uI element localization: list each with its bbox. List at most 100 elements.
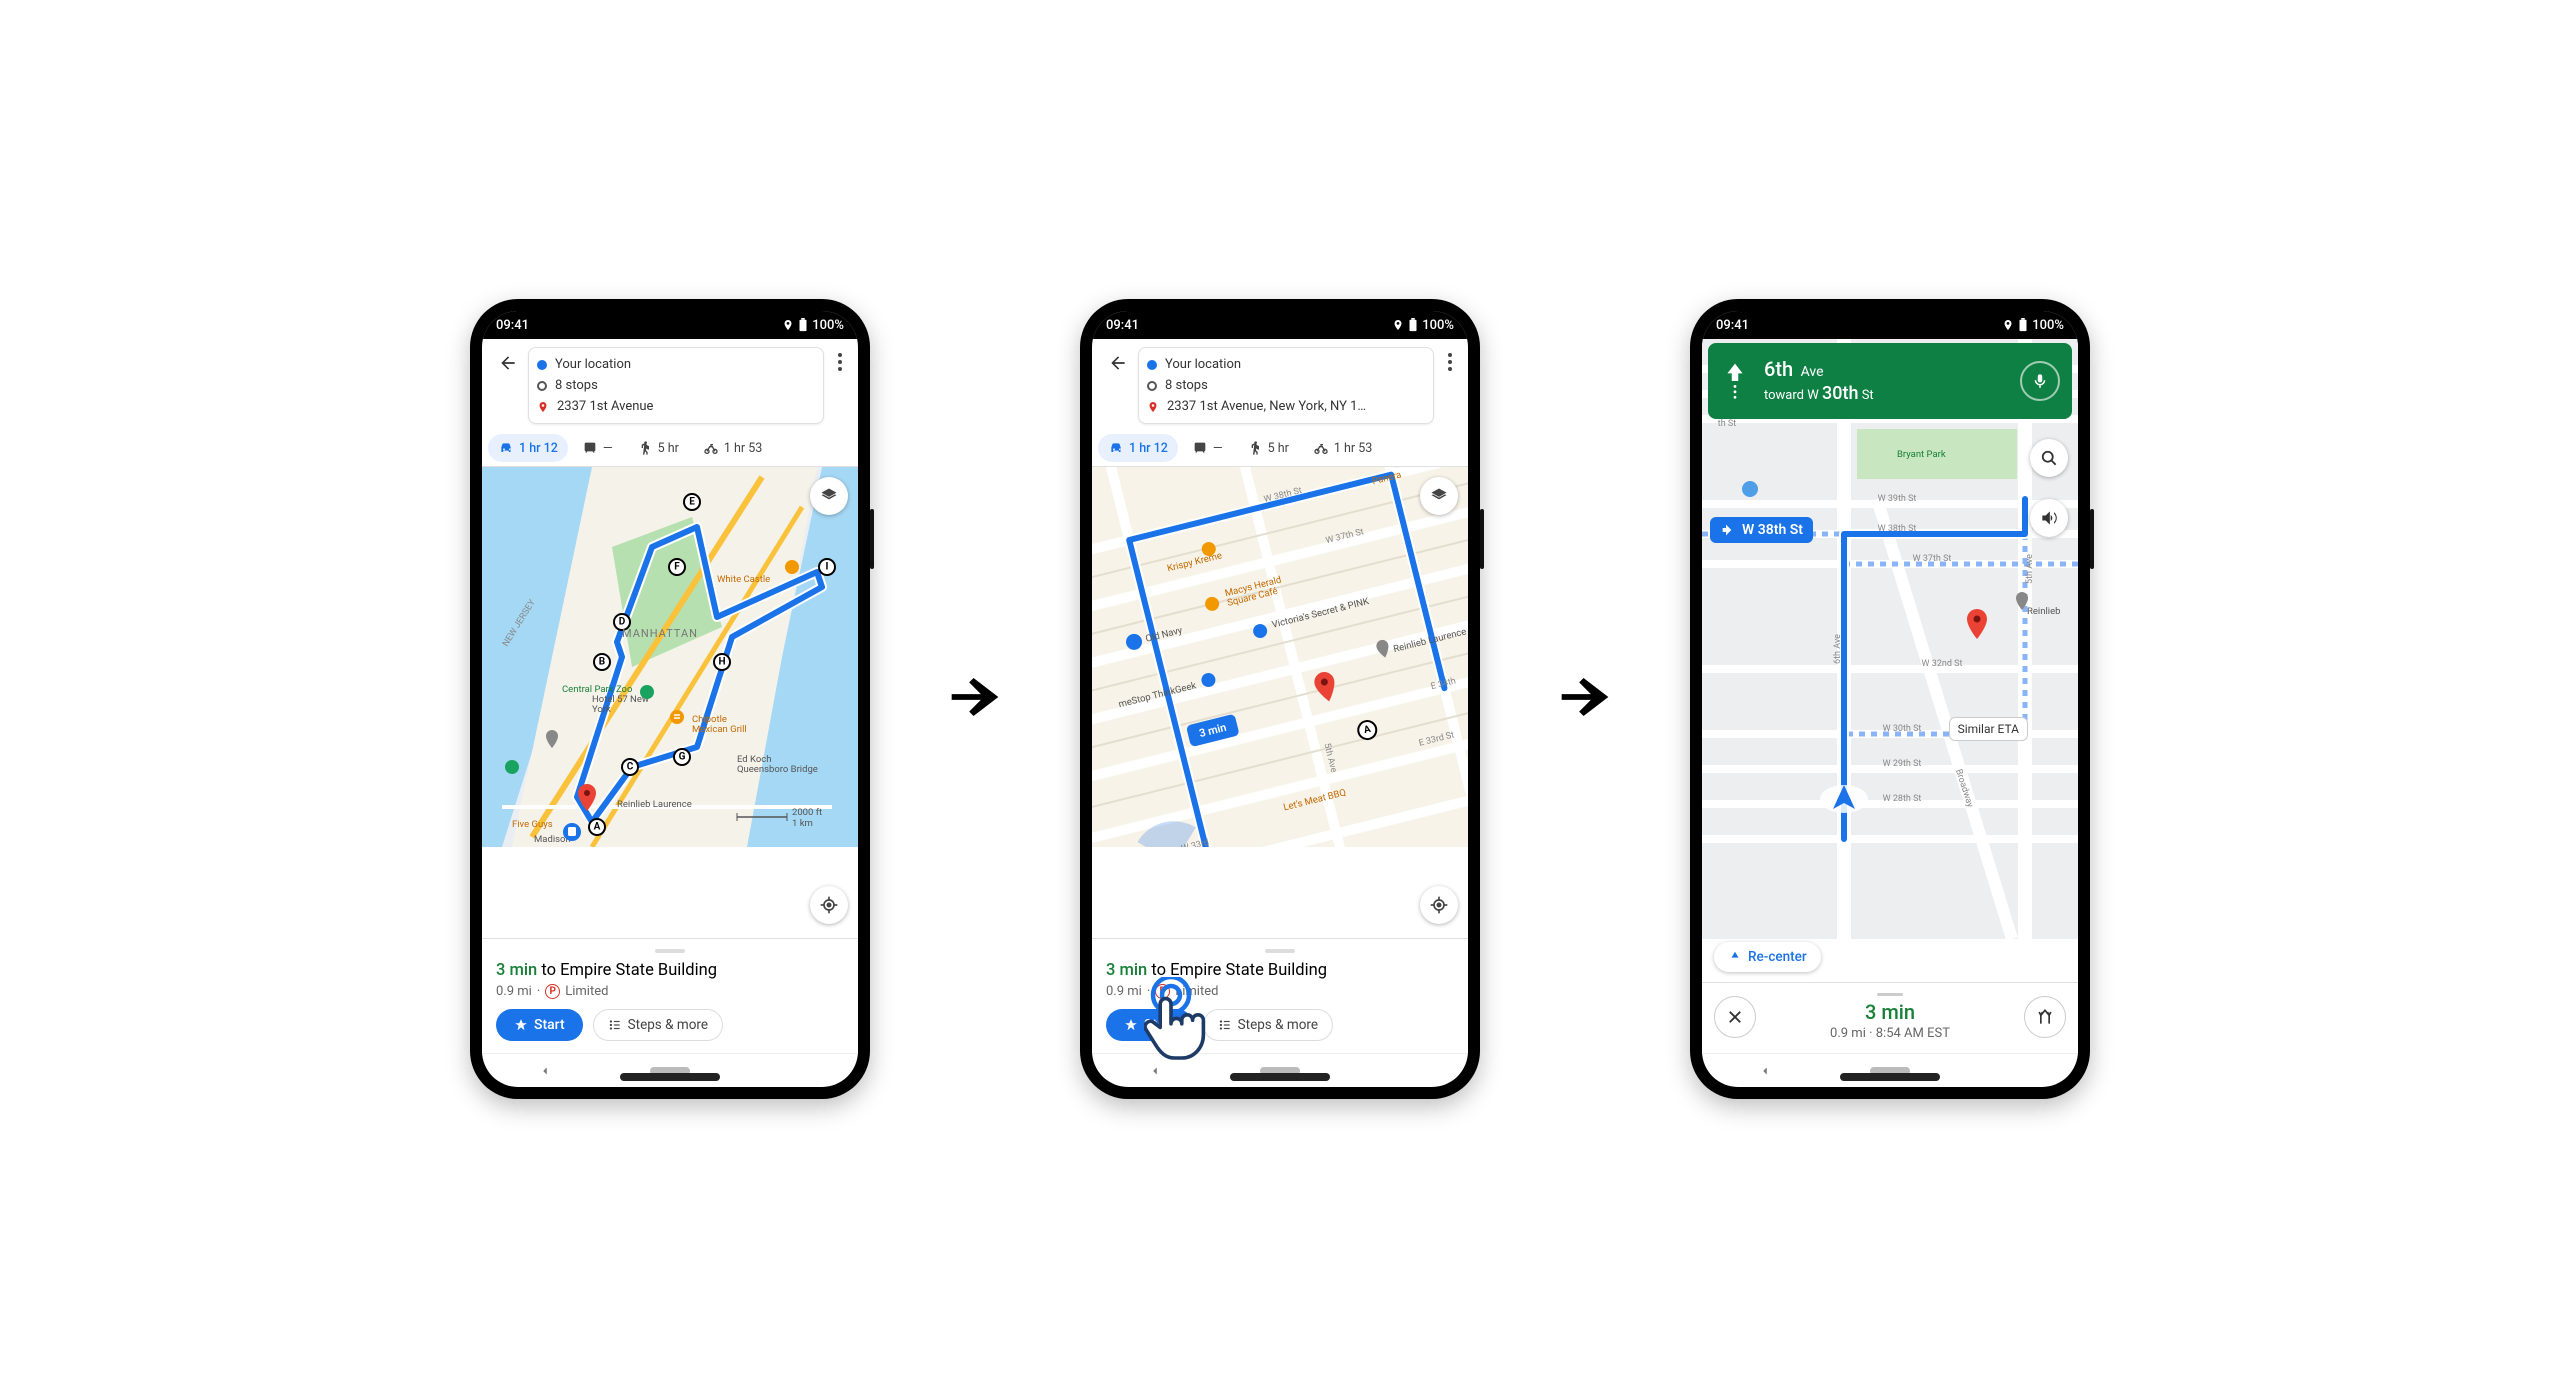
bottom-sheet[interactable]: 3 min to Empire State Building 0.9 mi · …: [482, 938, 858, 1053]
system-nav: [482, 1053, 858, 1087]
layers-button[interactable]: [1420, 477, 1458, 515]
destination-pin-icon: [1147, 400, 1159, 414]
alt-routes-button[interactable]: [2024, 996, 2066, 1038]
phone-3: 09:41 100% Bryant Park: [1690, 299, 2090, 1099]
sys-home[interactable]: [650, 1059, 690, 1083]
phone-1: 09:41 100% Your location 8 stops 2337 1s…: [470, 299, 870, 1099]
svg-text:A: A: [594, 822, 601, 833]
locate-me-button[interactable]: [810, 886, 848, 924]
locate-me-button[interactable]: [1420, 886, 1458, 924]
svg-text:White Castle: White Castle: [717, 574, 770, 585]
destination-label: 2337 1st Avenue: [557, 399, 653, 414]
layers-button[interactable]: [810, 477, 848, 515]
start-button[interactable]: Start: [1106, 1009, 1193, 1041]
steps-button[interactable]: Steps & more: [1203, 1009, 1333, 1041]
svg-text:W 28th St: W 28th St: [1883, 794, 1922, 804]
phone-2: 09:41 100% Your location 8 stops 2337 1s…: [1080, 299, 1480, 1099]
mode-transit-tab[interactable]: —: [1182, 434, 1233, 462]
battery-icon: [1408, 318, 1418, 332]
travel-mode-tabs: 1 hr 12 — 5 hr 1 hr 53: [482, 430, 858, 467]
mode-bike-tab[interactable]: 1 hr 53: [1303, 434, 1382, 462]
nav-bottom-bar[interactable]: 3 min 0.9 mi · 8:54 AM EST: [1702, 982, 2078, 1053]
location-icon: [2002, 319, 2014, 331]
svg-text:6th Ave: 6th Ave: [1833, 634, 1843, 664]
location-icon: [1392, 319, 1404, 331]
sys-back[interactable]: [1745, 1059, 1785, 1083]
origin-label: Your location: [555, 357, 631, 372]
sheet-title: 3 min to Empire State Building: [496, 961, 844, 980]
destination-label: 2337 1st Avenue, New York, NY 1…: [1167, 399, 1366, 414]
mode-transit-tab[interactable]: —: [572, 434, 623, 462]
flow-arrow-2: [1550, 662, 1620, 736]
overflow-menu[interactable]: [1438, 347, 1462, 371]
statusbar: 09:41 100%: [1092, 311, 1468, 339]
svg-text:W 39th St: W 39th St: [1878, 494, 1917, 504]
map-area[interactable]: A B C D E F G H I Chipotle Mexican Grill…: [482, 467, 858, 938]
battery-icon: [798, 318, 808, 332]
start-button[interactable]: Start: [496, 1009, 583, 1041]
destinations-card[interactable]: Your location 8 stops 2337 1st Avenue, N…: [1138, 347, 1434, 424]
mode-car-tab[interactable]: 1 hr 12: [1098, 434, 1178, 462]
system-nav: [1702, 1053, 2078, 1087]
svg-text:Five Guys: Five Guys: [512, 819, 553, 830]
flow-arrow-1: [940, 662, 1010, 736]
audio-button[interactable]: [2030, 499, 2068, 537]
sys-home[interactable]: [1260, 1059, 1300, 1083]
close-nav-button[interactable]: [1714, 996, 1756, 1038]
svg-text:th St: th St: [1718, 419, 1736, 429]
svg-text:Mexican Grill: Mexican Grill: [692, 724, 747, 735]
svg-text:York: York: [592, 704, 611, 715]
svg-text:Queensboro Bridge: Queensboro Bridge: [737, 764, 818, 775]
mode-bike-tab[interactable]: 1 hr 53: [693, 434, 772, 462]
sys-back[interactable]: [1135, 1059, 1175, 1083]
back-button[interactable]: [1102, 347, 1134, 379]
svg-text:W 32nd St: W 32nd St: [1922, 659, 1963, 669]
back-button[interactable]: [492, 347, 524, 379]
svg-text:W 38th St: W 38th St: [1878, 524, 1917, 534]
mode-car-tab[interactable]: 1 hr 12: [488, 434, 568, 462]
svg-text:Central Park Zoo: Central Park Zoo: [562, 684, 632, 695]
svg-text:1 km: 1 km: [792, 818, 813, 829]
steps-button[interactable]: Steps & more: [593, 1009, 723, 1041]
map-area[interactable]: A W 38th St W 37th St E 34th E 33rd St W…: [1092, 467, 1468, 938]
nav-direction-banner: 6th Ave toward W 30th St: [1708, 343, 2072, 419]
svg-text:2000 ft: 2000 ft: [792, 807, 822, 818]
bottom-sheet[interactable]: 3 min to Empire State Building 0.9 mi · …: [1092, 938, 1468, 1053]
sys-back[interactable]: [525, 1059, 565, 1083]
system-nav: [1092, 1053, 1468, 1087]
mode-walk-tab[interactable]: 5 hr: [1237, 434, 1299, 462]
svg-text:B: B: [599, 657, 605, 668]
stops-label: 8 stops: [555, 378, 598, 393]
svg-text:Bryant Park: Bryant Park: [1897, 449, 1946, 460]
mode-walk-tab[interactable]: 5 hr: [627, 434, 689, 462]
alt-route-badge: Similar ETA: [1949, 717, 2028, 741]
travel-mode-tabs: 1 hr 12 — 5 hr 1 hr 53: [1092, 430, 1468, 467]
direction-arrow-icon: [1720, 361, 1750, 401]
svg-text:E: E: [689, 497, 695, 508]
statusbar: 09:41 100%: [1702, 311, 2078, 339]
destination-pin-icon: [537, 400, 549, 414]
recenter-button[interactable]: Re-center: [1714, 942, 1821, 972]
voice-button[interactable]: [2020, 361, 2060, 401]
svg-text:W 37th St: W 37th St: [1913, 554, 1952, 564]
nav-map[interactable]: Bryant Park: [1702, 339, 2078, 982]
destinations-card[interactable]: Your location 8 stops 2337 1st Avenue: [528, 347, 824, 424]
svg-text:C: C: [627, 762, 634, 773]
search-button[interactable]: [2030, 439, 2068, 477]
svg-text:I: I: [826, 562, 829, 573]
svg-text:F: F: [674, 562, 680, 573]
statusbar: 09:41 100%: [482, 311, 858, 339]
svg-text:W 29th St: W 29th St: [1883, 759, 1922, 769]
overflow-menu[interactable]: [828, 347, 852, 371]
svg-text:Reinlieb: Reinlieb: [2027, 606, 2060, 617]
sheet-subtitle: 0.9 mi · PLimited: [496, 984, 844, 999]
location-icon: [782, 319, 794, 331]
nav-eta: 3 min: [1766, 1000, 2014, 1024]
svg-text:H: H: [718, 657, 725, 668]
svg-text:5th Ave: 5th Ave: [2025, 554, 2035, 584]
svg-text:D: D: [619, 617, 626, 628]
sys-home[interactable]: [1870, 1059, 1910, 1083]
svg-text:Reinlieb Laurence: Reinlieb Laurence: [617, 799, 692, 810]
next-turn-bubble: W 38th St: [1710, 517, 1813, 543]
nav-sub: 0.9 mi · 8:54 AM EST: [1766, 1026, 2014, 1041]
